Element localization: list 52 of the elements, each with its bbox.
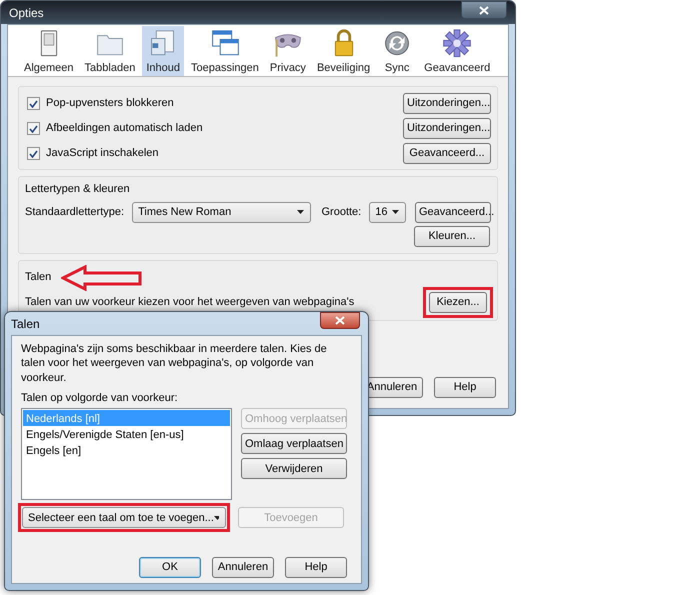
intro-text: Webpagina's zijn soms beschikbaar in meerdere talen. Kies de talen voor het weergeven van webpagina's, op volgorde van voorkeur.: [21, 342, 328, 385]
category-tab[interactable]: Toepassingen: [186, 26, 263, 76]
category-tab[interactable]: Algemeen: [20, 26, 78, 76]
size-label: Grootte:: [321, 204, 362, 220]
list-item[interactable]: Engels [en]: [23, 442, 230, 458]
dialog-button[interactable]: Help: [285, 557, 347, 578]
window-title: Opties: [9, 4, 44, 22]
check-icon: [29, 124, 38, 132]
gear-icon: [441, 28, 474, 58]
category-tab[interactable]: Sync: [377, 26, 418, 76]
language-list[interactable]: Nederlands [nl] Engels/Verenigde Staten [en-us] Engels [en]: [21, 408, 232, 500]
category-tab[interactable]: Beveiliging: [312, 26, 374, 76]
check-icon: [29, 100, 38, 108]
choose-button[interactable]: Kiezen...: [429, 292, 487, 312]
size-select[interactable]: 16: [369, 202, 406, 222]
dropdown-arrow-icon: [214, 516, 219, 520]
check-icon: [29, 150, 38, 158]
option-button[interactable]: Uitzonderingen...: [403, 93, 491, 114]
close-button[interactable]: [461, 1, 507, 19]
font-select[interactable]: Times New Roman: [132, 202, 312, 222]
dialog-button[interactable]: OK: [139, 557, 201, 578]
checkbox-option[interactable]: Afbeeldingen automatisch laden: [27, 120, 203, 137]
move-button[interactable]: Verwijderen: [241, 458, 347, 480]
section-heading: Lettertypen & kleuren: [25, 182, 131, 197]
close-icon: [479, 6, 489, 14]
checkbox[interactable]: [27, 122, 40, 135]
checkbox[interactable]: [27, 147, 40, 160]
checkbox-option[interactable]: JavaScript inschakelen: [27, 145, 159, 162]
list-label: Talen op volgorde van voorkeur:: [21, 390, 179, 406]
font-label: Standaardlettertype:: [25, 204, 124, 220]
close-icon: [335, 316, 345, 325]
checkbox-option[interactable]: Pop-upvensters blokkeren: [27, 95, 174, 112]
dialog-button[interactable]: Help: [434, 377, 496, 398]
option-button[interactable]: Geavanceerd...: [403, 143, 491, 164]
advanced-button[interactable]: Geavanceerd...: [415, 202, 491, 222]
description-text: Talen van uw voorkeur kiezen voor het weergeven van webpagina's: [25, 294, 354, 310]
dropdown-arrow-icon: [392, 210, 399, 214]
category-tab[interactable]: Inhoud: [142, 26, 184, 76]
section-heading: Talen: [25, 270, 52, 286]
list-item[interactable]: Engels/Verenigde Staten [en-us]: [23, 426, 230, 442]
dialog-button[interactable]: Annuleren: [212, 557, 274, 578]
close-button[interactable]: [320, 312, 360, 329]
dropdown-arrow-icon: [297, 210, 304, 214]
dialog-title: Talen: [11, 316, 40, 332]
move-button[interactable]: Omlaag verplaatsen: [241, 433, 347, 454]
category-tab[interactable]: Geavanceerd: [420, 26, 494, 76]
category-tab[interactable]: Privacy: [266, 26, 310, 76]
checkbox[interactable]: [27, 97, 40, 110]
language-select[interactable]: Selecteer een taal om toe te voegen...: [22, 507, 226, 528]
category-tab[interactable]: Tabbladen: [80, 26, 140, 76]
option-button[interactable]: Uitzonderingen...: [403, 118, 491, 139]
colors-button[interactable]: Kleuren...: [414, 226, 490, 246]
